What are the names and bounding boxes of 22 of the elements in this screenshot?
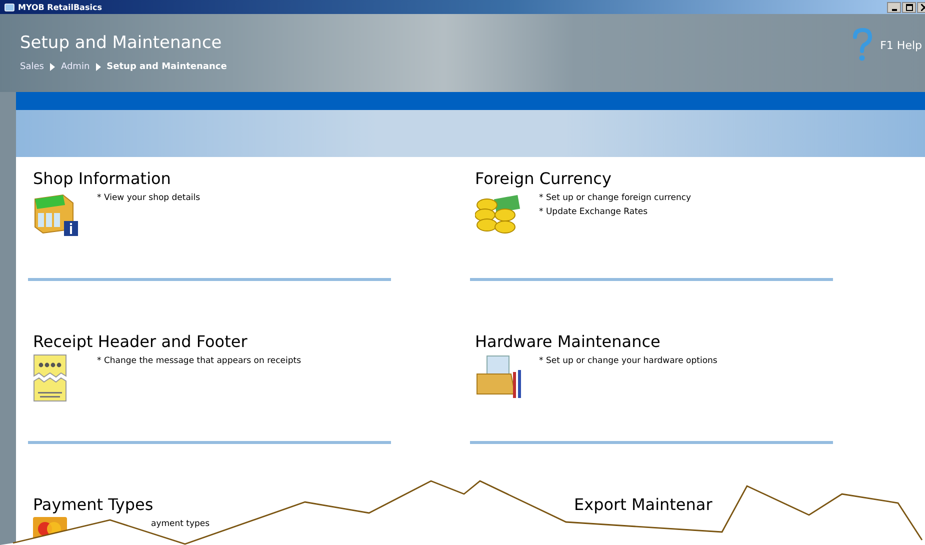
section-description: * Change the message that appears on receipts xyxy=(97,355,302,368)
section-title[interactable]: Foreign Currency xyxy=(475,169,612,189)
maximize-button[interactable] xyxy=(902,2,916,12)
minimize-button[interactable] xyxy=(887,2,901,12)
app-icon xyxy=(4,2,15,12)
page-title: Setup and Maintenance xyxy=(20,33,223,53)
breadcrumb-item: Setup and Maintenance xyxy=(106,62,227,72)
section-title[interactable]: Export Maintenar xyxy=(574,495,712,515)
section-title[interactable]: Receipt Header and Footer xyxy=(33,332,248,352)
section-title[interactable]: Hardware Maintenance xyxy=(475,332,660,352)
section-description: * Update Exchange Rates xyxy=(539,206,649,219)
section-description: ayment types xyxy=(151,518,210,531)
section-title[interactable]: Payment Types xyxy=(33,495,154,515)
section-description: * View your shop details xyxy=(97,192,200,205)
receipt-icon[interactable] xyxy=(33,354,67,402)
breadcrumb-arrow-icon xyxy=(50,63,55,71)
section-description: * Set up or change your hardware options xyxy=(539,355,718,368)
section-description: * Set up or change foreign currency xyxy=(539,192,692,205)
breadcrumb-arrow-icon xyxy=(96,63,101,71)
window-title: MYOB RetailBasics xyxy=(18,2,102,12)
section-title[interactable]: Shop Information xyxy=(33,169,171,189)
maximize-icon xyxy=(906,4,912,10)
